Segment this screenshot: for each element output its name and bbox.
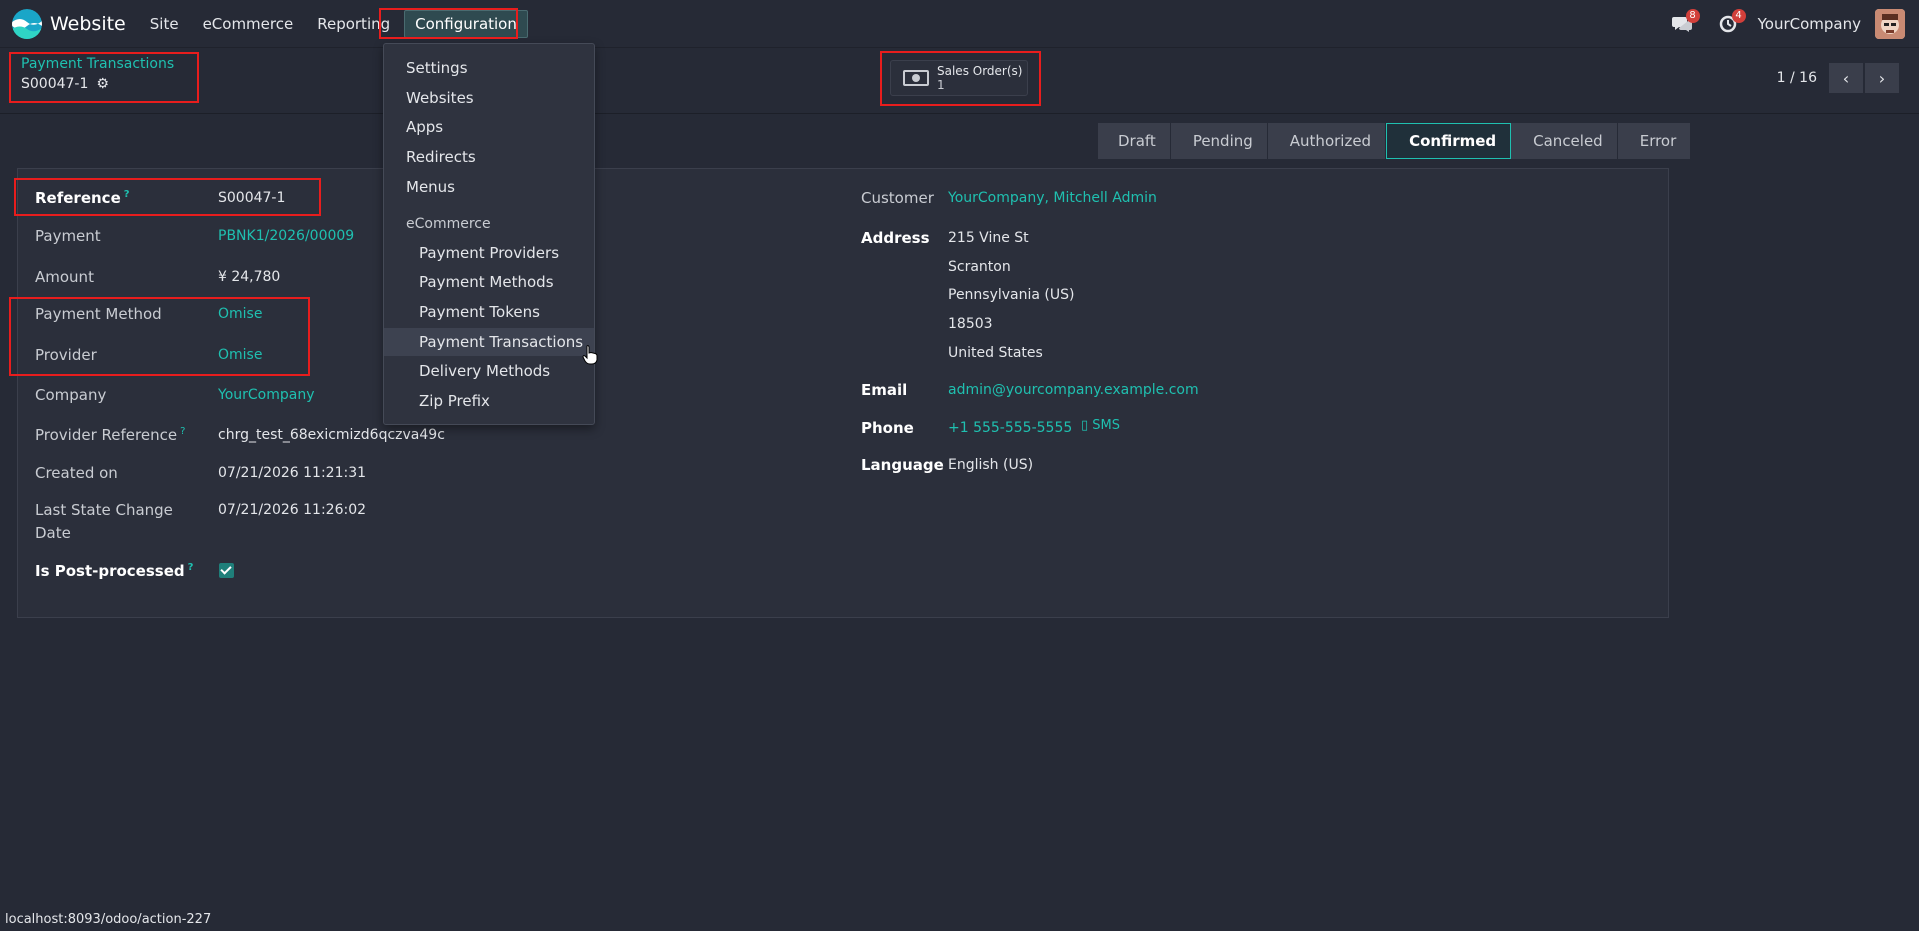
messages-button[interactable]: 8 xyxy=(1666,8,1700,40)
status-pending[interactable]: Pending xyxy=(1170,123,1268,159)
chevron-left-icon: ‹ xyxy=(1842,68,1850,88)
created-on-label: Created on xyxy=(35,464,118,482)
payment-label: Payment xyxy=(35,227,101,245)
pager: 1 / 16 ‹ › xyxy=(1777,63,1899,93)
amount-value: ¥ 24,780 xyxy=(218,269,281,285)
provider-reference-value: chrg_test_68exicmizd6qczva49c xyxy=(218,427,445,443)
is-post-processed-label: Is Post-processed? xyxy=(35,562,194,580)
last-state-change-label-date: Date xyxy=(35,524,71,542)
phone-link[interactable]: +1 555-555-5555 xyxy=(948,420,1072,436)
dropdown-item-websites[interactable]: Websites xyxy=(384,84,594,112)
status-confirmed[interactable]: Confirmed xyxy=(1386,123,1512,159)
messages-badge: 8 xyxy=(1685,9,1700,23)
company-switcher[interactable]: YourCompany xyxy=(1758,15,1861,33)
last-state-change-value: 07/21/2026 11:26:02 xyxy=(218,502,367,518)
post-processed-checkbox[interactable] xyxy=(219,563,234,578)
app-brand[interactable]: Website xyxy=(12,8,126,39)
sms-button[interactable]: ▯ SMS xyxy=(1081,418,1120,433)
status-draft[interactable]: Draft xyxy=(1098,123,1171,159)
browser-status-url: localhost:8093/odoo/action-227 xyxy=(0,910,217,931)
dropdown-item-redirects[interactable]: Redirects xyxy=(384,143,594,171)
dropdown-item-zip-prefix[interactable]: Zip Prefix xyxy=(384,387,594,415)
help-tooltip-icon[interactable]: ? xyxy=(188,562,194,573)
address-label: Address xyxy=(861,229,930,247)
status-canceled[interactable]: Canceled xyxy=(1511,123,1618,159)
dropdown-item-payment-transactions[interactable]: Payment Transactions xyxy=(384,328,594,356)
pager-next-button[interactable]: › xyxy=(1865,63,1899,93)
dropdown-item-settings[interactable]: Settings xyxy=(384,54,594,82)
customer-label: Customer xyxy=(861,189,934,207)
amount-label: Amount xyxy=(35,268,94,286)
dropdown-item-payment-methods[interactable]: Payment Methods xyxy=(384,268,594,296)
address-line-state: Pennsylvania (US) xyxy=(948,287,1075,303)
pager-previous-button[interactable]: ‹ xyxy=(1829,63,1863,93)
chevron-right-icon: › xyxy=(1878,68,1886,88)
address-line-city: Scranton xyxy=(948,259,1011,275)
payment-link[interactable]: PBNK1/2026/00009 xyxy=(218,228,354,244)
last-state-change-label: Last State Change xyxy=(35,501,173,519)
mobile-icon: ▯ xyxy=(1081,418,1089,433)
user-avatar[interactable] xyxy=(1875,9,1905,39)
highlight-configuration-menu xyxy=(379,8,518,39)
dropdown-item-payment-tokens[interactable]: Payment Tokens xyxy=(384,298,594,326)
dropdown-item-payment-providers[interactable]: Payment Providers xyxy=(384,239,594,267)
configuration-dropdown: Settings Websites Apps Redirects Menus e… xyxy=(383,43,595,425)
help-tooltip-icon[interactable]: ? xyxy=(180,426,185,437)
company-link[interactable]: YourCompany xyxy=(218,387,315,403)
dropdown-section-ecommerce: eCommerce xyxy=(406,216,491,232)
email-label: Email xyxy=(861,381,908,399)
highlight-breadcrumb xyxy=(9,52,199,103)
systray: 8 4 YourCompany xyxy=(1666,0,1919,48)
address-line-country: United States xyxy=(948,345,1043,361)
address-line-zip: 18503 xyxy=(948,316,993,332)
menu-site[interactable]: Site xyxy=(138,6,191,42)
language-value: English (US) xyxy=(948,457,1034,473)
dropdown-item-apps[interactable]: Apps xyxy=(384,113,594,141)
pager-value[interactable]: 1 / 16 xyxy=(1777,70,1817,86)
language-label: Language xyxy=(861,456,944,474)
activities-badge: 4 xyxy=(1731,9,1746,23)
email-link[interactable]: admin@yourcompany.example.com xyxy=(948,382,1199,398)
app-name: Website xyxy=(50,12,126,35)
dropdown-item-menus[interactable]: Menus xyxy=(384,173,594,201)
highlight-payment-method-provider xyxy=(9,297,310,376)
created-on-value: 07/21/2026 11:21:31 xyxy=(218,465,367,481)
phone-label: Phone xyxy=(861,419,914,437)
status-authorized[interactable]: Authorized xyxy=(1267,123,1387,159)
dropdown-item-delivery-methods[interactable]: Delivery Methods xyxy=(384,357,594,385)
highlight-reference-field xyxy=(14,178,321,216)
status-bar: Draft Pending Authorized Confirmed Cance… xyxy=(1098,123,1692,159)
hand-cursor-icon xyxy=(582,345,598,365)
top-navbar: Website Site eCommerce Reporting Configu… xyxy=(0,0,1919,48)
form-sheet: Reference? S00047-1 Payment PBNK1/2026/0… xyxy=(17,168,1669,618)
status-error[interactable]: Error xyxy=(1617,123,1692,159)
menu-ecommerce[interactable]: eCommerce xyxy=(191,6,306,42)
company-label: Company xyxy=(35,386,107,404)
address-line-street: 215 Vine St xyxy=(948,230,1029,246)
customer-link[interactable]: YourCompany, Mitchell Admin xyxy=(948,190,1157,206)
activities-button[interactable]: 4 xyxy=(1712,8,1746,40)
provider-reference-label: Provider Reference? xyxy=(35,426,186,444)
website-app-icon xyxy=(12,8,42,39)
highlight-sales-orders-button xyxy=(880,51,1041,106)
